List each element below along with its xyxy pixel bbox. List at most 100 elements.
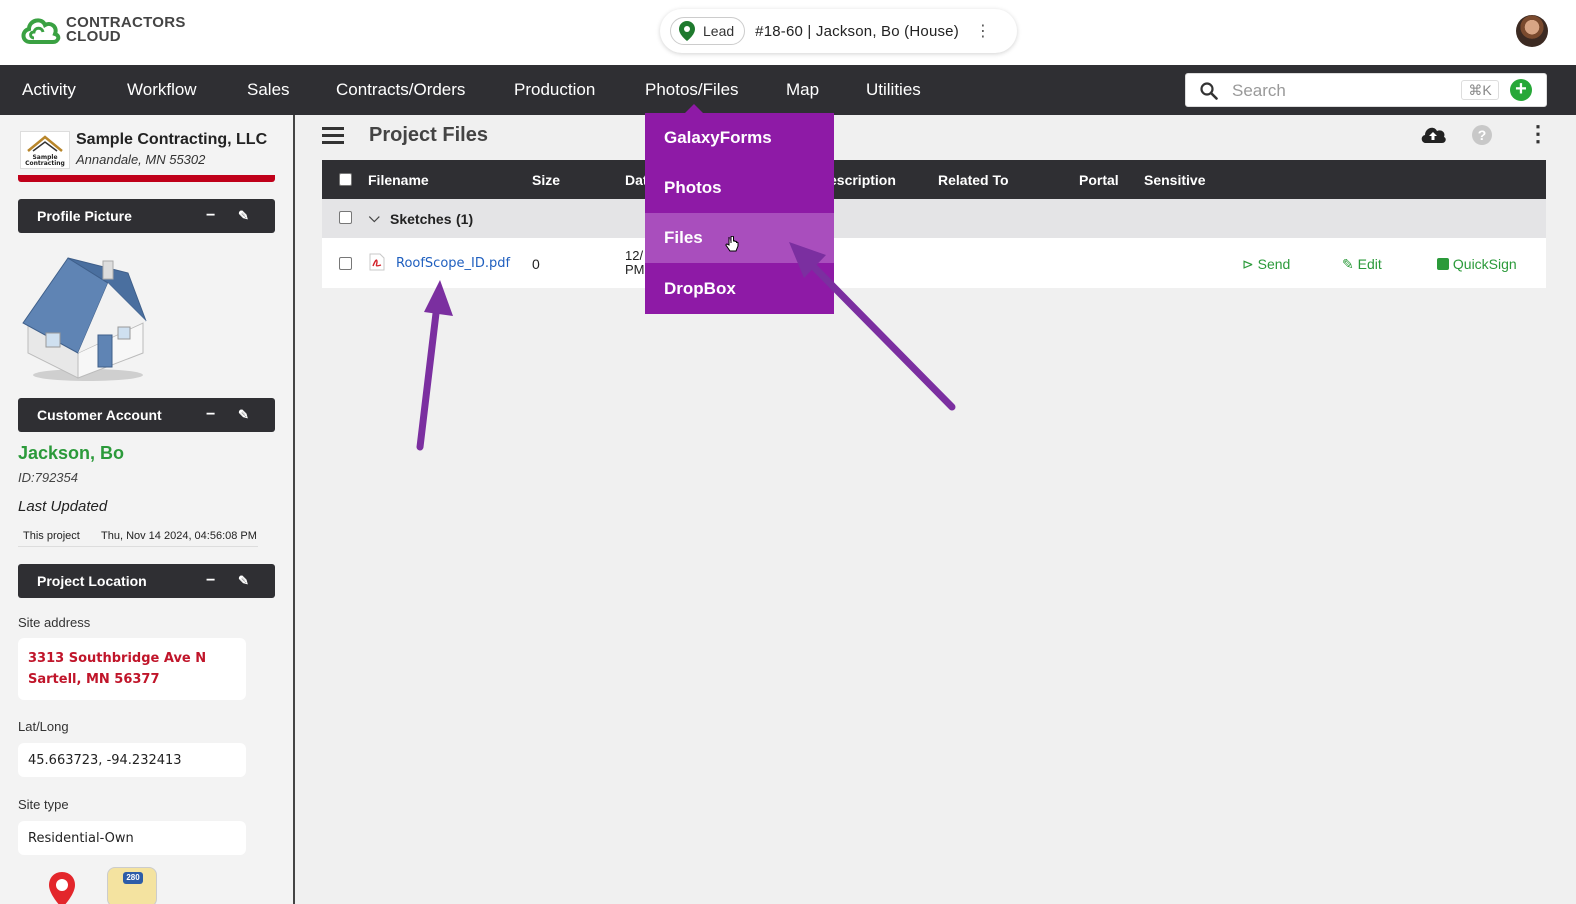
nav-activity[interactable]: Activity (22, 65, 76, 115)
menu-item-dropbox[interactable]: DropBox (645, 264, 834, 314)
nav-production[interactable]: Production (514, 65, 595, 115)
edit-pencil-icon[interactable]: ✎ (238, 564, 249, 598)
group-row-sketches[interactable]: ⌵ Sketches (1) (322, 199, 1546, 238)
profile-house-image (22, 257, 147, 381)
user-avatar[interactable] (1516, 15, 1548, 47)
col-filename[interactable]: Filename (368, 172, 429, 188)
project-menu-kebab-icon[interactable]: ⋮ (975, 21, 991, 41)
group-checkbox[interactable] (339, 211, 352, 224)
nav-sales[interactable]: Sales (247, 65, 290, 115)
group-name: Sketches (390, 211, 452, 227)
menu-item-photos[interactable]: Photos (645, 163, 834, 213)
edit-pencil-icon[interactable]: ✎ (238, 199, 249, 233)
quicksign-label: QuickSign (1452, 256, 1517, 272)
svg-text:Contracting: Contracting (25, 160, 65, 167)
site-address-line2: Sartell, MN 56377 (28, 672, 160, 687)
select-all-checkbox[interactable] (339, 173, 352, 186)
row-checkbox[interactable] (339, 257, 352, 270)
file-date-line2: PM (625, 262, 645, 277)
project-location-title: Project Location (37, 573, 147, 589)
location-pin-icon (679, 21, 695, 41)
add-new-plus-icon[interactable]: + (1510, 79, 1532, 101)
nav-workflow[interactable]: Workflow (127, 65, 197, 115)
profile-picture-title: Profile Picture (37, 208, 132, 224)
collapse-minus-icon[interactable]: − (206, 199, 215, 233)
group-count: (1) (456, 211, 474, 227)
menu-item-galaxyforms[interactable]: GalaxyForms (645, 113, 834, 163)
lead-status-label: Lead (703, 23, 735, 39)
send-button[interactable]: ⊳ Send (1242, 256, 1290, 273)
col-sensitive[interactable]: Sensitive (1144, 172, 1205, 188)
edit-label: Edit (1357, 256, 1382, 272)
col-related-to[interactable]: Related To (938, 172, 1009, 188)
nav-map[interactable]: Map (786, 65, 819, 115)
send-icon: ⊳ (1242, 256, 1254, 272)
customer-name-link[interactable]: Jackson, Bo (18, 443, 124, 464)
latlong-label: Lat/Long (18, 719, 69, 734)
maps-app-icon[interactable]: 280 (107, 867, 157, 904)
site-type-field[interactable]: Residential-Own (18, 821, 246, 855)
file-size: 0 (532, 256, 540, 272)
customer-id: ID:792354 (18, 470, 78, 485)
cloud-logo-icon (21, 18, 61, 44)
help-question-icon[interactable]: ? (1472, 125, 1492, 145)
contractors-cloud-logo[interactable]: CONTRACTORS CLOUD (20, 14, 186, 46)
lead-status-badge[interactable]: Lead (670, 17, 746, 45)
file-link-roofscope[interactable]: RoofScope_ID.pdf (396, 256, 510, 271)
nav-utilities[interactable]: Utilities (866, 65, 921, 115)
company-address: Annandale, MN 55302 (76, 152, 206, 167)
project-title: #18-60 | Jackson, Bo (House) (755, 22, 959, 40)
map-badge: 280 (123, 872, 143, 884)
hand-cursor-icon (725, 236, 739, 252)
search-input[interactable] (1232, 78, 1432, 104)
arrow-to-file-link (416, 280, 453, 451)
chevron-down-icon[interactable]: ⌵ (369, 209, 380, 226)
last-updated-row: This project Thu, Nov 14 2024, 04:56:08 … (18, 525, 258, 547)
photos-files-dropdown: GalaxyForms Photos Files DropBox (645, 113, 834, 314)
top-header: CONTRACTORS CLOUD Lead #18-60 | Jackson,… (0, 0, 1576, 65)
more-options-kebab-icon[interactable]: ⋮ (1527, 123, 1549, 145)
project-sidebar: Sample Contracting Sample Contracting, L… (0, 115, 295, 904)
collapse-minus-icon[interactable]: − (206, 398, 215, 432)
search-shortcut-hint: ⌘K (1461, 80, 1499, 100)
table-row: RoofScope_ID.pdf 0 12/ PM ⊳ Send ✎ Edit … (322, 238, 1546, 288)
menu-item-files[interactable]: Files (645, 213, 834, 263)
edit-button[interactable]: ✎ Edit (1342, 256, 1382, 273)
last-updated-value: Thu, Nov 14 2024, 04:56:08 PM (101, 530, 257, 542)
pdf-file-icon (369, 253, 385, 271)
company-block: Sample Contracting Sample Contracting, L… (20, 131, 267, 169)
brand-line-2: CLOUD (66, 28, 121, 45)
col-size[interactable]: Size (532, 172, 560, 188)
profile-picture-panel-header[interactable]: Profile Picture − ✎ (18, 199, 275, 233)
col-description[interactable]: escription (829, 172, 896, 188)
nav-contracts-orders[interactable]: Contracts/Orders (336, 65, 465, 115)
company-name: Sample Contracting, LLC (76, 131, 268, 148)
col-portal[interactable]: Portal (1079, 172, 1119, 188)
file-date-line1: 12/ (625, 248, 644, 263)
collapse-minus-icon[interactable]: − (206, 564, 215, 598)
cloud-upload-icon[interactable] (1420, 124, 1446, 144)
project-location-panel-header[interactable]: Project Location − ✎ (18, 564, 275, 598)
quicksign-button[interactable]: QuickSign (1437, 256, 1517, 272)
edit-pencil-icon: ✎ (1342, 256, 1354, 272)
file-date: 12/ PM (625, 249, 645, 277)
latlong-field[interactable]: 45.663723, -94.232413 (18, 743, 246, 777)
search-icon (1200, 82, 1218, 100)
last-updated-key: This project (23, 530, 80, 542)
files-table-header: Filename Size Dat escription Related To … (322, 160, 1546, 199)
page-title: Project Files (369, 124, 488, 146)
last-updated-label: Last Updated (18, 498, 108, 515)
site-type-label: Site type (18, 797, 69, 812)
site-address-label: Site address (18, 615, 91, 630)
send-label: Send (1257, 256, 1291, 272)
company-logo: Sample Contracting (20, 131, 70, 169)
customer-account-panel-header[interactable]: Customer Account − ✎ (18, 398, 275, 432)
company-house-logo-icon: Sample Contracting (25, 135, 65, 167)
map-pin-icon[interactable] (46, 870, 78, 904)
customer-account-title: Customer Account (37, 407, 162, 423)
project-selector[interactable]: Lead #18-60 | Jackson, Bo (House) ⋮ (660, 9, 1017, 53)
site-address-field[interactable]: 3313 Southbridge Ave N Sartell, MN 56377 (18, 638, 246, 700)
hamburger-menu-icon[interactable] (322, 127, 344, 145)
edit-pencil-icon[interactable]: ✎ (238, 398, 249, 432)
site-address-line1: 3313 Southbridge Ave N (28, 651, 207, 666)
